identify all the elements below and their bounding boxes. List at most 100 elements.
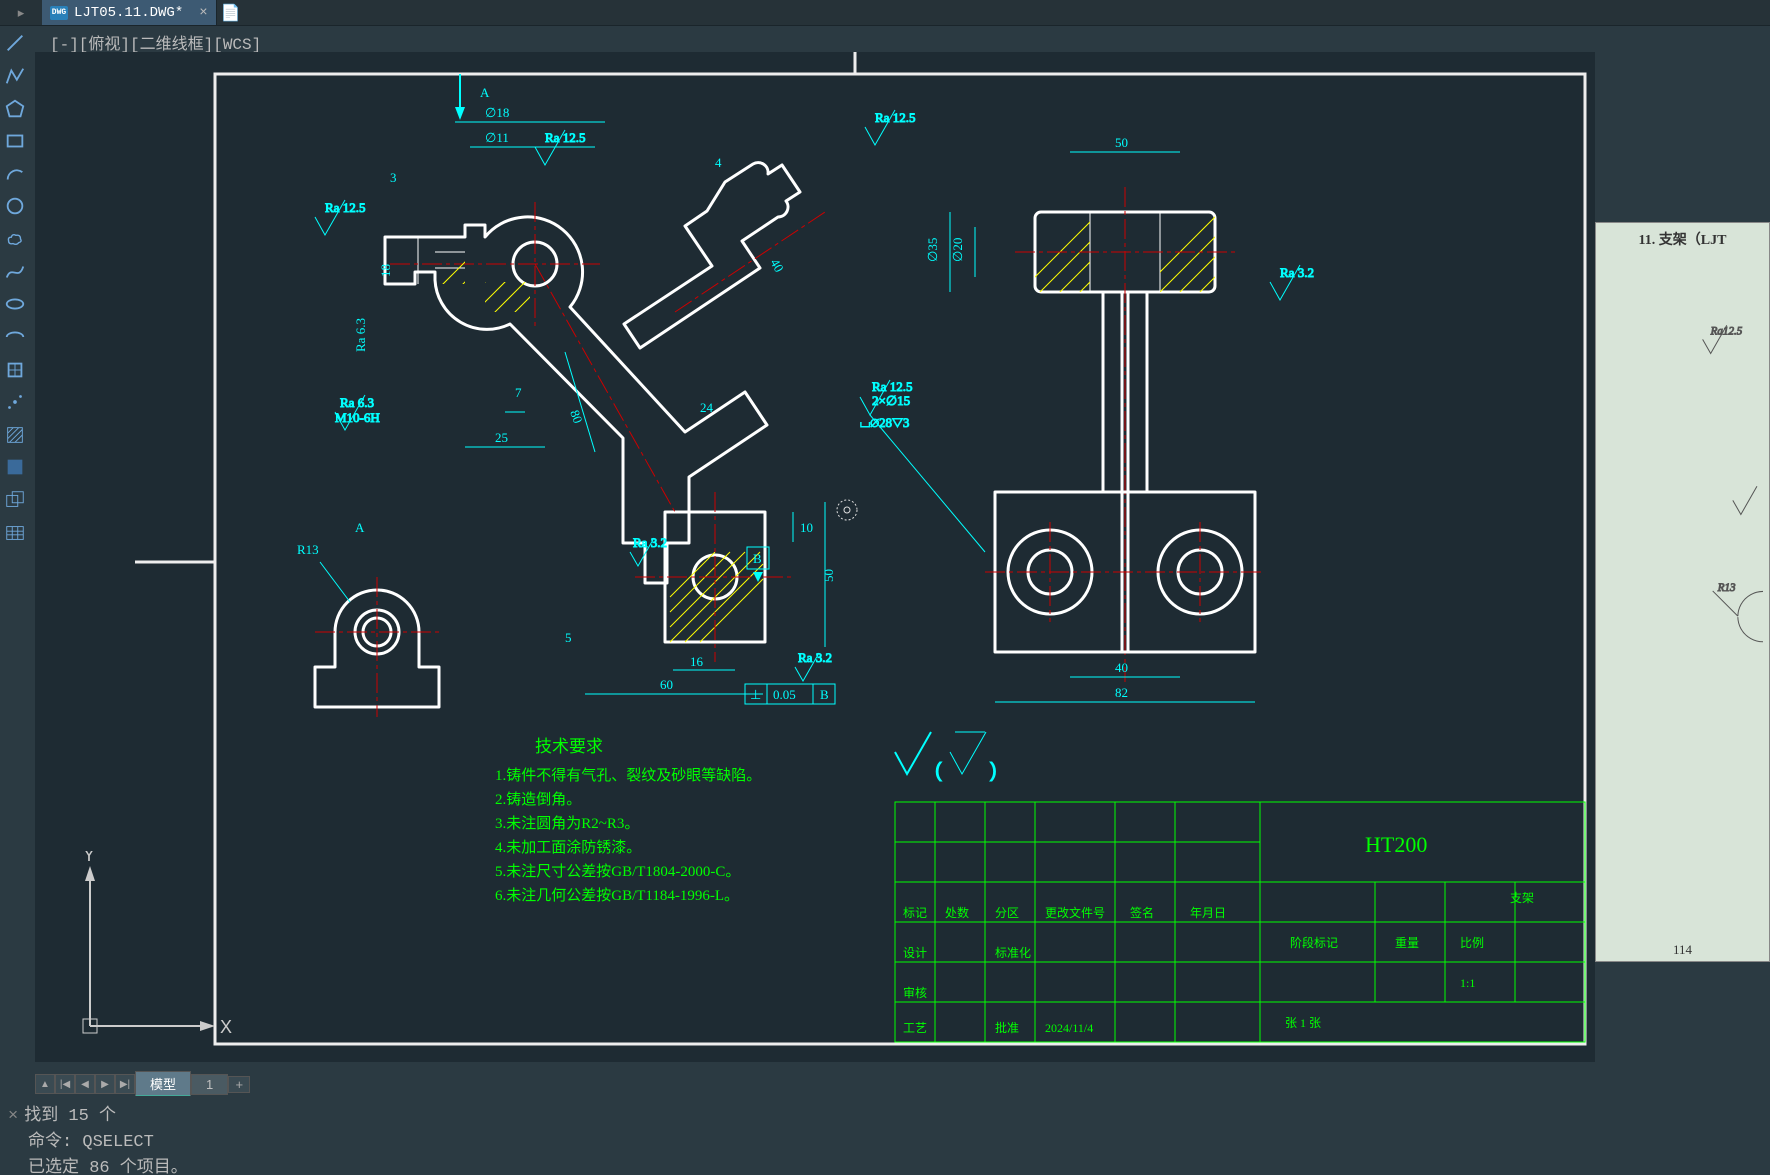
svg-text:80: 80 — [567, 408, 586, 425]
svg-text:处数: 处数 — [945, 905, 969, 920]
svg-text:82: 82 — [1115, 685, 1128, 700]
svg-text:Ra 3.2: Ra 3.2 — [1280, 265, 1314, 280]
line-tool[interactable] — [0, 30, 30, 57]
svg-text:设计: 设计 — [903, 946, 927, 960]
svg-text:分区: 分区 — [995, 906, 1019, 920]
svg-text:∅20: ∅20 — [950, 238, 965, 262]
layout-nav-prev[interactable]: ◀ — [75, 1074, 95, 1094]
preview-title: 11. 支架（LJT — [1602, 229, 1763, 249]
add-layout-button[interactable]: + — [228, 1076, 250, 1093]
model-tab[interactable]: 模型 — [135, 1071, 191, 1097]
svg-text:3: 3 — [390, 170, 397, 185]
close-tab-icon[interactable]: × — [199, 5, 207, 21]
layout1-tab[interactable]: 1 — [191, 1074, 228, 1095]
layout-nav-first[interactable]: |◀ — [55, 1074, 75, 1094]
svg-text:2×∅15: 2×∅15 — [872, 393, 910, 408]
svg-text:审核: 审核 — [903, 985, 927, 1000]
rectangle-tool[interactable] — [0, 128, 30, 155]
svg-text:2024/11/4: 2024/11/4 — [1045, 1021, 1093, 1035]
svg-text:标准化: 标准化 — [995, 946, 1031, 960]
svg-text:M10-6H: M10-6H — [335, 410, 380, 425]
svg-text:工艺: 工艺 — [903, 1021, 927, 1035]
svg-text:∅18: ∅18 — [485, 105, 509, 120]
file-tab[interactable]: DWG LJT05.11.DWG* × — [42, 0, 217, 25]
cmd-history-1: 找到 15 个 — [24, 1107, 116, 1126]
svg-text:Ra 12.5: Ra 12.5 — [872, 379, 912, 394]
svg-text:Ra 12.5: Ra 12.5 — [875, 110, 915, 125]
svg-text:年月日: 年月日 — [1190, 906, 1226, 920]
point-tool[interactable] — [0, 389, 30, 416]
reference-preview-panel: 11. 支架（LJT Ra12.5 R13 114 — [1595, 222, 1770, 962]
svg-text:Ra 6.3: Ra 6.3 — [353, 318, 368, 352]
svg-text:张 1 张: 张 1 张 — [1285, 1016, 1321, 1030]
arc-tool[interactable] — [0, 161, 30, 188]
polyline-tool[interactable] — [0, 63, 30, 90]
svg-text:24: 24 — [700, 400, 714, 415]
ucs-icon: X Y — [65, 851, 235, 1051]
svg-text:25: 25 — [495, 430, 508, 445]
svg-text:Ra 12.5: Ra 12.5 — [545, 130, 585, 145]
svg-text:2.铸造倒角。: 2.铸造倒角。 — [495, 791, 581, 808]
close-icon[interactable]: × — [8, 1107, 18, 1126]
hatch-tool[interactable] — [0, 422, 30, 449]
spline-tool[interactable] — [0, 258, 30, 285]
cmd-history-3: 已选定 86 个项目。 — [28, 1159, 188, 1175]
svg-text:更改文件号: 更改文件号 — [1045, 905, 1105, 920]
svg-text:3.未注圆角为R2~R3。: 3.未注圆角为R2~R3。 — [495, 815, 639, 832]
gradient-tool[interactable] — [0, 454, 30, 481]
layout-nav-next[interactable]: ▶ — [95, 1074, 115, 1094]
svg-text:5.未注尺寸公差按GB/T1804-2000-C。: 5.未注尺寸公差按GB/T1804-2000-C。 — [495, 863, 740, 880]
svg-text:B: B — [820, 687, 829, 702]
ellipse-tool[interactable] — [0, 291, 30, 318]
layout-nav-up[interactable]: ▲ — [35, 1074, 55, 1094]
svg-text:批准: 批准 — [995, 1020, 1019, 1035]
svg-text:6.未注几何公差按GB/T1184-1996-L。: 6.未注几何公差按GB/T1184-1996-L。 — [495, 887, 739, 904]
svg-text:(: ( — [935, 760, 942, 782]
svg-text:B: B — [753, 551, 762, 566]
layout-tabs: ▲ |◀ ◀ ▶ ▶| 模型 1 + — [35, 1072, 250, 1096]
polygon-tool[interactable] — [0, 95, 30, 122]
svg-text:): ) — [990, 760, 997, 782]
svg-text:7: 7 — [515, 385, 522, 400]
tab-bar: ▸ DWG LJT05.11.DWG* × 📄 — [0, 0, 1770, 26]
svg-text:支架: 支架 — [1510, 891, 1534, 905]
svg-text:标记: 标记 — [903, 906, 927, 920]
layout-nav-last[interactable]: ▶| — [115, 1074, 135, 1094]
svg-text:Ra 12.5: Ra 12.5 — [325, 200, 365, 215]
revcloud-tool[interactable] — [0, 226, 30, 253]
svg-text:比例: 比例 — [1460, 936, 1484, 950]
svg-text:HT200: HT200 — [1365, 832, 1427, 857]
block-tool[interactable] — [0, 356, 30, 383]
svg-text:∅35: ∅35 — [925, 238, 940, 262]
svg-text:R13: R13 — [297, 542, 319, 557]
draw-toolbar — [0, 26, 35, 546]
new-tab-button[interactable]: 📄 — [217, 0, 245, 25]
svg-text:1.铸件不得有气孔、裂纹及砂眼等缺陷。: 1.铸件不得有气孔、裂纹及砂眼等缺陷。 — [495, 766, 761, 784]
svg-text:X: X — [220, 1017, 232, 1037]
table-tool[interactable] — [0, 519, 30, 546]
svg-text:Ra 6.3: Ra 6.3 — [340, 395, 374, 410]
svg-text:阶段标记: 阶段标记 — [1290, 935, 1338, 950]
svg-text:10: 10 — [800, 520, 813, 535]
region-tool[interactable] — [0, 487, 30, 514]
svg-text:Y: Y — [83, 851, 95, 865]
dwg-icon: DWG — [50, 6, 68, 20]
svg-text:重量: 重量 — [1395, 936, 1419, 950]
circle-tool[interactable] — [0, 193, 30, 220]
svg-text:A: A — [355, 520, 365, 535]
drawing-viewport[interactable]: A — [35, 52, 1595, 1062]
command-line[interactable]: ×找到 15 个 命令: QSELECT 已选定 86 个项目。 — [0, 1096, 1770, 1166]
ellipse-arc-tool[interactable] — [0, 324, 30, 351]
svg-text:⊥: ⊥ — [750, 687, 761, 702]
svg-text:签名: 签名 — [1130, 905, 1154, 920]
svg-text:50: 50 — [821, 569, 836, 582]
viewport-controls[interactable]: [-][俯视][二维线框][WCS] — [50, 30, 261, 54]
svg-text:1:1: 1:1 — [1460, 976, 1475, 990]
svg-text:16: 16 — [690, 654, 704, 669]
svg-text:技术要求: 技术要求 — [535, 737, 603, 756]
svg-text:A: A — [480, 85, 490, 100]
cmd-history-2: 命令: QSELECT — [28, 1133, 154, 1152]
svg-text:4.未加工面涂防锈漆。: 4.未加工面涂防锈漆。 — [495, 839, 641, 856]
svg-text:Ra12.5: Ra12.5 — [1710, 325, 1743, 337]
svg-text:Ra 3.2: Ra 3.2 — [633, 535, 667, 550]
